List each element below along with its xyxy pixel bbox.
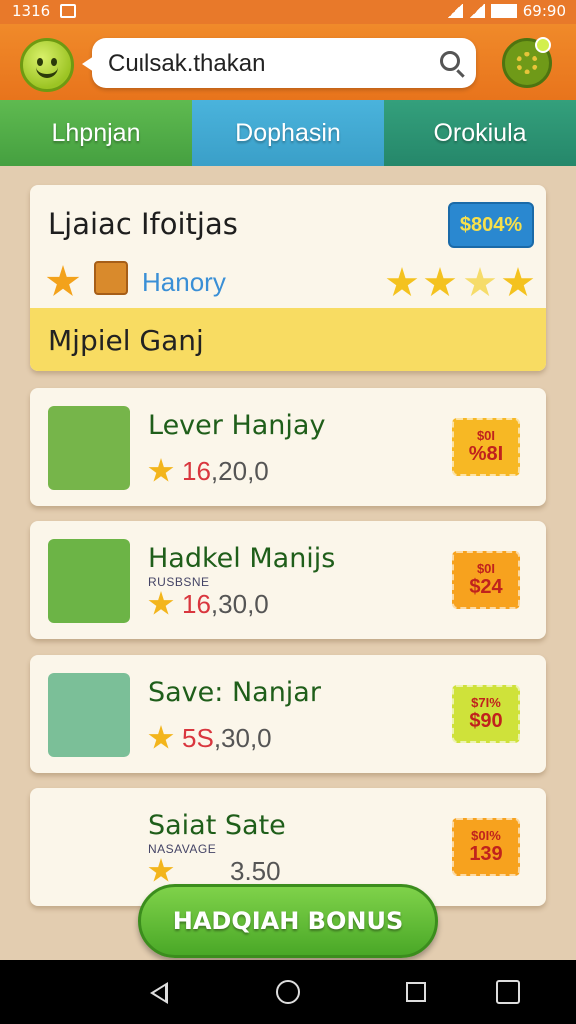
featured-banner: Mjpiel Ganj [30, 308, 546, 371]
featured-title: Ljaiac Ifoitjas [48, 207, 238, 241]
featured-subtitle: Hanory [142, 267, 226, 297]
status-icons: 69:90 [446, 2, 566, 20]
tab-bar: Lhpnjan Dophasin Orokiula [0, 100, 576, 166]
crate-icon [94, 261, 128, 295]
screen-rotate-icon[interactable] [496, 980, 520, 1004]
item-subtext: NASAVAGE [148, 842, 217, 856]
signal-icon [446, 4, 463, 18]
star-icon [46, 265, 80, 296]
price-tag[interactable]: $0I %8I [452, 418, 520, 476]
item-score: 3.50 [230, 856, 281, 886]
rating-star-icon [386, 267, 418, 297]
search-input[interactable]: Cuιlsak.thakan [82, 38, 476, 88]
back-icon[interactable] [150, 982, 168, 1004]
soup-bowl-icon [48, 673, 130, 757]
system-nav-bar [0, 960, 576, 1024]
home-icon[interactable] [276, 980, 300, 1004]
item-name: Save: Nanjar [148, 677, 321, 708]
item-name: Saiat Sate [148, 810, 286, 841]
settings-gear-icon[interactable] [502, 37, 552, 88]
item-name: Lever Hanjay [148, 410, 326, 441]
item-score: 5S,30,0 [182, 723, 272, 753]
list-item[interactable]: Hadkel Manijs RUSBSNE 16,30,0 $0I $24 [30, 521, 546, 639]
rating-star-icon [464, 267, 496, 297]
price-tag[interactable]: $7I% $90 [452, 685, 520, 743]
search-icon[interactable] [440, 51, 460, 71]
tab-3[interactable]: Orokiula [384, 100, 576, 166]
battery-icon [490, 4, 517, 18]
item-subtext: RUSBSNE [148, 575, 210, 589]
bonus-button[interactable]: HADQIAH BONUS [138, 884, 438, 958]
rating-star-icon [502, 267, 534, 297]
item-name: Hadkel Manijs [148, 543, 336, 574]
smiley-avatar-icon[interactable] [20, 38, 74, 92]
status-right-text: 69:90 [522, 2, 566, 20]
item-score: 16,30,0 [182, 589, 269, 619]
featured-card[interactable]: Ljaiac Ifoitjas $804% Hanory Mjpiel Ganj [30, 185, 546, 371]
notification-icon [60, 4, 76, 18]
app-header: Cuιlsak.thakan [0, 24, 576, 100]
status-time: 1316 [12, 2, 51, 20]
tab-2[interactable]: Dophasin [192, 100, 384, 166]
featured-price-badge: $804% [448, 202, 534, 248]
search-query-text: Cuιlsak.thakan [108, 50, 266, 77]
recents-icon[interactable] [406, 982, 426, 1002]
gift-crate-icon [48, 806, 130, 890]
star-icon [148, 458, 174, 482]
rating-star-icon [424, 267, 456, 297]
star-icon [148, 591, 174, 615]
list-item[interactable]: Save: Nanjar 5S,30,0 $7I% $90 [30, 655, 546, 773]
star-icon [148, 725, 174, 749]
badge-icon [535, 37, 551, 53]
star-icon [148, 858, 174, 882]
tab-1[interactable]: Lhpnjan [0, 100, 192, 166]
price-tag[interactable]: $0I $24 [452, 551, 520, 609]
price-tag[interactable]: $0I% 139 [452, 818, 520, 876]
status-bar: 1316 69:90 [0, 0, 576, 24]
vegetable-crate-icon [48, 406, 130, 490]
orange-coin-icon [48, 539, 130, 623]
featured-banner-text: Mjpiel Ganj [48, 324, 204, 357]
signal-icon [468, 4, 485, 18]
item-score: 16,20,0 [182, 456, 269, 486]
list-item[interactable]: Lever Hanjay 16,20,0 $0I %8I [30, 388, 546, 506]
